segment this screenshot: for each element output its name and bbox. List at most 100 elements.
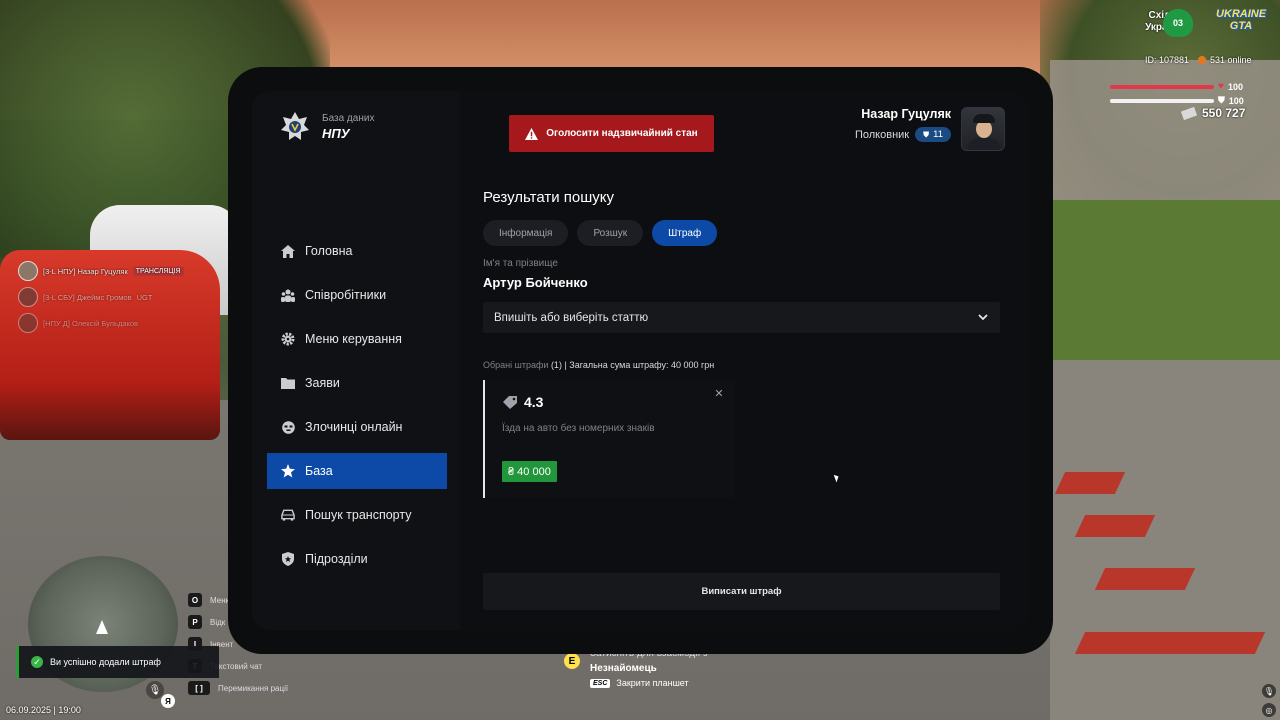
- warning-icon: [525, 127, 539, 140]
- page-title: Результати пошуку: [483, 189, 614, 206]
- emergency-button-label: Оголосити надзвичайний стан: [546, 128, 698, 139]
- money-value: 550 727: [1202, 106, 1246, 120]
- chat-text: [НПУ Д] Олексій Бульдаков: [43, 318, 139, 328]
- sidebar-item-home[interactable]: Головна: [267, 233, 447, 269]
- mic-badge: Я: [161, 694, 175, 708]
- sidewalk: [1050, 360, 1280, 720]
- key-hint: [ ] Перемикання рації: [188, 677, 288, 699]
- sidebar-item-label: Пошук транспорту: [305, 508, 412, 522]
- key-cap: [ ]: [188, 681, 210, 695]
- money: 550 727: [1180, 106, 1246, 120]
- key-cap: O: [188, 593, 202, 607]
- gear-icon: [281, 332, 295, 346]
- chat-feed: [3-L НПУ] Назар Гуцуляк ТРАНСЛЯЦІЯ [3-L …: [18, 258, 228, 336]
- online-text: 531 online: [1210, 55, 1252, 65]
- sidebar: База даних НПУ Головна Співробітники Мен…: [252, 91, 460, 630]
- road-stripe: [1094, 568, 1196, 590]
- logo-line-1: UKRAINE: [1215, 8, 1267, 20]
- tab-fine[interactable]: Штраф: [652, 220, 718, 246]
- road-stripe: [1074, 515, 1156, 537]
- avatar: [18, 261, 38, 281]
- sidebar-item-applications[interactable]: Заяви: [267, 365, 447, 401]
- fine-card: 4.3 ✕ Їзда на авто без номерних знаків ₴…: [483, 380, 735, 498]
- profile-name: Назар Гуцуляк: [861, 107, 951, 121]
- sidebar-item-vehicle-search[interactable]: Пошук транспорту: [267, 497, 447, 533]
- article-select[interactable]: Впишіть або виберіть статтю: [483, 302, 1000, 333]
- success-toast: ✓ Ви успішно додали штраф: [16, 646, 219, 678]
- name-label: Ім'я та прізвище: [483, 258, 558, 269]
- summary-label: Обрані штрафи: [483, 360, 549, 370]
- chat-text: [3-L НПУ] Назар Гуцуляк: [43, 266, 128, 276]
- health-bar: [1110, 84, 1214, 89]
- grass: [1050, 200, 1280, 360]
- sidebar-item-employees[interactable]: Співробітники: [267, 277, 447, 313]
- search-results: Результати пошуку Інформація Розшук Штра…: [483, 189, 1000, 498]
- fine-head: 4.3: [503, 394, 543, 410]
- summary-count: (1): [550, 360, 562, 370]
- tab-information[interactable]: Інформація: [483, 220, 569, 246]
- interact-key: E: [564, 653, 580, 669]
- chat-row: [3-L СБУ] Джеймс Громов UGT: [18, 284, 228, 310]
- mic-corner-icon: 🎙: [1262, 684, 1276, 698]
- brand-subtitle: База даних: [322, 113, 375, 124]
- key-label: Відк: [210, 617, 226, 627]
- avatar-body: [968, 138, 1000, 150]
- person-name: Артур Бойченко: [483, 275, 588, 290]
- avatar: [961, 107, 1005, 151]
- esc-key: ESC: [590, 678, 611, 688]
- esc-label: Закрити планшет: [616, 678, 689, 688]
- brand-text: База даних НПУ: [322, 113, 374, 141]
- badge-shield-icon: ⛊: [923, 129, 930, 139]
- sidebar-item-label: Заяви: [305, 376, 340, 390]
- check-icon: ✓: [31, 656, 43, 668]
- car-icon: [281, 508, 295, 522]
- sidebar-item-label: Співробітники: [305, 288, 387, 302]
- sidebar-item-label: База: [305, 464, 333, 478]
- interact-target: Незнайомець: [590, 663, 657, 674]
- toast-text: Ви успішно додали штраф: [50, 657, 161, 667]
- avatar: [18, 313, 38, 333]
- summary-total: | Загальна сума штрафу: 40 000 грн: [564, 360, 715, 370]
- sidebar-item-database[interactable]: База: [267, 453, 447, 489]
- sidebar-item-label: Меню керування: [305, 332, 402, 346]
- brand: База даних НПУ: [280, 111, 374, 143]
- brand-title: НПУ: [322, 126, 350, 141]
- mask-icon: [281, 420, 295, 434]
- chat-text: [3-L СБУ] Джеймс Громов: [43, 292, 132, 302]
- key-cap: P: [188, 615, 202, 629]
- fine-amount: ₴ 40 000: [502, 461, 557, 482]
- server-logo: UKRAINE GTA: [1212, 8, 1270, 40]
- chevron-down-icon: [978, 314, 988, 321]
- emergency-button[interactable]: Оголосити надзвичайний стан: [509, 115, 714, 152]
- armor-row: ⛊ 100: [1110, 95, 1244, 106]
- online-count: 531 online: [1198, 55, 1252, 65]
- user-profile: Назар Гуцуляк Полковник ⛊ 11: [855, 107, 1005, 151]
- sidebar-item-units[interactable]: Підрозділи: [267, 541, 447, 577]
- sidebar-item-control-menu[interactable]: Меню керування: [267, 321, 447, 357]
- chat-tag: UGT: [136, 292, 153, 302]
- sidebar-item-label: Злочинці онлайн: [305, 420, 403, 434]
- settings-corner-icon: ◎: [1262, 703, 1276, 717]
- sidebar-item-label: Підрозділи: [305, 552, 368, 566]
- profile-text: Назар Гуцуляк Полковник ⛊ 11: [855, 107, 951, 142]
- sidebar-item-label: Головна: [305, 244, 353, 258]
- shield-icon: [281, 552, 295, 566]
- road-stripe: [1074, 632, 1266, 654]
- fine-description: Їзда на авто без номерних знаків: [502, 423, 655, 434]
- player-id: ID: 107881: [1145, 55, 1190, 65]
- level-value: 11: [933, 129, 943, 140]
- tab-wanted[interactable]: Розшук: [577, 220, 644, 246]
- avatar-cap: [973, 114, 995, 123]
- sidebar-item-criminals-online[interactable]: Злочинці онлайн: [267, 409, 447, 445]
- close-icon[interactable]: ✕: [713, 388, 725, 400]
- level-badge: ⛊ 11: [915, 127, 951, 142]
- chat-row: [3-L НПУ] Назар Гуцуляк ТРАНСЛЯЦІЯ: [18, 258, 228, 284]
- road-stripe: [1054, 472, 1126, 494]
- player-arrow-icon: [96, 620, 108, 634]
- people-icon: [281, 288, 295, 302]
- issue-fine-button[interactable]: Виписати штраф: [483, 573, 1000, 610]
- home-icon: [281, 244, 295, 258]
- police-tablet: База даних НПУ Головна Співробітники Мен…: [228, 67, 1053, 654]
- folder-icon: [281, 376, 295, 390]
- tag-icon: [503, 395, 517, 409]
